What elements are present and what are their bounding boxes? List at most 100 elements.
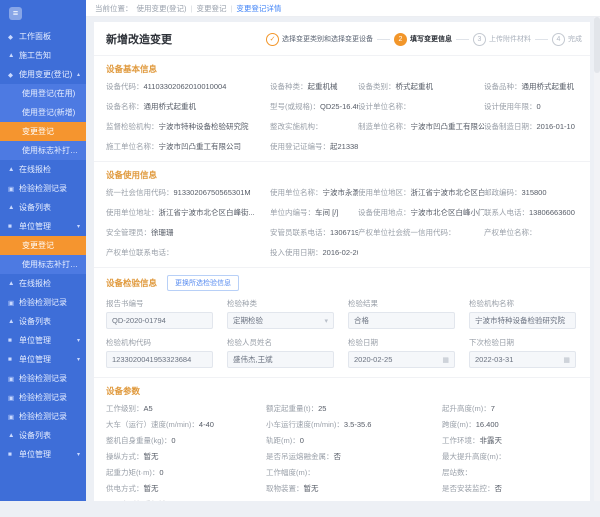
- sidebar-item[interactable]: ■ 单位管理 ▾: [0, 350, 86, 369]
- sidebar-item-icon: ◆: [8, 71, 19, 79]
- sidebar-item-label: 设备列表: [19, 430, 51, 441]
- sidebar-item-label: 检验检测记录: [19, 373, 67, 384]
- field-label: 最大提升高度(m)：: [442, 452, 506, 461]
- page-title: 新增改造变更: [106, 31, 172, 47]
- sidebar-item-icon: ■: [8, 337, 19, 344]
- breadcrumb-item-register[interactable]: 变更登记: [196, 3, 226, 14]
- sidebar-item-icon: ▲: [8, 318, 19, 325]
- field-label: 使用单位地区：: [358, 188, 411, 197]
- sidebar-item[interactable]: ▲ 在线报检: [0, 160, 86, 179]
- field-label: 安管员联系电话：: [270, 228, 330, 237]
- info-field: 投入使用日期：2016-02-20: [270, 248, 358, 258]
- text-input[interactable]: 盛伟杰,王斌: [227, 351, 334, 368]
- sidebar-item[interactable]: ■ 单位管理 ▾: [0, 445, 86, 464]
- sidebar-item-label: 单位管理: [19, 221, 51, 232]
- sidebar-item[interactable]: ▲ 设备列表: [0, 312, 86, 331]
- field-value: 起21338B0114(15): [330, 142, 358, 151]
- param-field: 是否吊运熔融金属：否: [266, 452, 436, 461]
- scrollbar-thumb[interactable]: [594, 17, 600, 73]
- param-field: 额定起重量(t)：25: [266, 404, 436, 413]
- sidebar-item[interactable]: ▲ 设备列表: [0, 426, 86, 445]
- field-label: 轨距(m)：: [266, 436, 300, 445]
- sidebar-item[interactable]: 变更登记: [0, 122, 86, 141]
- sidebar-item[interactable]: ▲ 在线报检: [0, 274, 86, 293]
- sidebar-item[interactable]: ▣ 检验检测记录: [0, 388, 86, 407]
- sidebar-item[interactable]: ▣ 检验检测记录: [0, 407, 86, 426]
- sidebar-item[interactable]: ■ 单位管理 ▾: [0, 331, 86, 350]
- field-value: 车间 [/]: [315, 208, 338, 217]
- field-label: 邮政编码：: [484, 188, 522, 197]
- breadcrumb: 当前位置： 使用变更(登记) | 变更登记 | 变更登记详情: [86, 0, 600, 17]
- field-value: 否: [495, 484, 503, 493]
- sidebar-item-label: 设备列表: [19, 202, 51, 213]
- chevron-icon: ▾: [77, 223, 86, 230]
- step: 2 填写变更信息: [394, 33, 473, 46]
- field-label: 工作级别：: [106, 404, 144, 413]
- params-column-2: 额定起重量(t)：25 小车运行速度(m/min)：3.5-35.6 轨距(m)…: [266, 404, 436, 501]
- info-field: 设计使用年限：0: [484, 102, 582, 112]
- field-value: 浙江省宁波市北仑区白峰街...: [159, 208, 255, 217]
- sidebar-item-label: 使用登记(新增): [22, 107, 75, 118]
- field-label: 使用登记证编号：: [270, 142, 330, 151]
- field-value: 3.5-35.6: [344, 420, 372, 429]
- sidebar-item[interactable]: 使用标志补打注销: [0, 141, 86, 160]
- field-label: 监督检验机构：: [106, 122, 159, 131]
- menu-toggle-icon[interactable]: ≡: [9, 7, 22, 20]
- field-label: 设计使用年限：: [484, 102, 537, 111]
- change-inspection-button[interactable]: 更换所选检验信息: [167, 275, 239, 291]
- sidebar-item[interactable]: 变更登记: [0, 236, 86, 255]
- breadcrumb-item-current[interactable]: 变更登记详情: [236, 3, 281, 14]
- sidebar-item[interactable]: ▣ 检验检测记录: [0, 179, 86, 198]
- field-value: 非露天: [480, 436, 503, 445]
- text-input[interactable]: 1233020041953323684: [106, 351, 213, 368]
- input-label: 检验结果: [348, 298, 455, 309]
- sidebar-item[interactable]: 使用标志补打注销: [0, 255, 86, 274]
- sidebar-item[interactable]: ■ 单位管理 ▾: [0, 217, 86, 236]
- info-field: 统一社会信用代码：91330206750565301M: [106, 188, 270, 198]
- text-input[interactable]: 2020-02-25 ▦: [348, 351, 455, 368]
- sidebar-item[interactable]: ◆ 使用变更(登记) ▴: [0, 65, 86, 84]
- field-label: 使用单位名称：: [270, 188, 323, 197]
- info-field: 联系人电话：13806663600: [484, 208, 582, 218]
- text-input[interactable]: 宁波市特种设备检验研究院: [469, 312, 576, 329]
- step-circle: 4: [552, 33, 565, 46]
- input-label: 检验机构名称: [469, 298, 576, 309]
- sidebar-item[interactable]: ▣ 检验检测记录: [0, 293, 86, 312]
- section-title: 设备参数: [106, 385, 140, 397]
- param-field: 层站数：: [442, 468, 582, 477]
- input-value: 宁波市特种设备检验研究院: [475, 315, 565, 326]
- sidebar-item[interactable]: 使用登记(在用): [0, 84, 86, 103]
- field-label: 额定起重量(t)：: [266, 404, 318, 413]
- text-input[interactable]: QD-2020-01794: [106, 312, 213, 329]
- sidebar-item[interactable]: 使用登记(新增): [0, 103, 86, 122]
- field-label: 安全管理员：: [106, 228, 151, 237]
- info-field: 安管员联系电话：13067193818: [270, 228, 358, 238]
- text-input[interactable]: 2022-03-31 ▦: [469, 351, 576, 368]
- sidebar-item-icon: ▣: [8, 413, 19, 421]
- form-field: 检验机构名称 宁波市特种设备检验研究院: [469, 298, 576, 329]
- breadcrumb-item-module[interactable]: 使用变更(登记): [137, 3, 187, 14]
- step-label: 选择变更类别和选择变更设备: [282, 34, 373, 44]
- sidebar-item-label: 在线报检: [19, 164, 51, 175]
- breadcrumb-separator: |: [230, 4, 232, 13]
- input-label: 检验人员姓名: [227, 337, 334, 348]
- field-label: 小车运行速度(m/min)：: [266, 420, 344, 429]
- info-field: 设备种类：起重机械: [270, 82, 358, 92]
- step-label: 上传附件材料: [489, 34, 531, 44]
- section-parameters: 设备参数 工作级别：A5 大车（运行）速度(m/min)：4-40 整机自身重量…: [94, 377, 590, 501]
- sidebar-item[interactable]: ▲ 设备列表: [0, 198, 86, 217]
- sidebar-item[interactable]: ◆ 工作面板: [0, 27, 86, 46]
- scrollbar-track[interactable]: [594, 17, 600, 501]
- info-field: 设计单位名称：: [358, 102, 484, 112]
- param-field: 大车（运行）速度(m/min)：4-40: [106, 420, 260, 429]
- field-value: 通用桥式起重机: [522, 82, 575, 91]
- sidebar-item[interactable]: ▣ 检验检测记录: [0, 369, 86, 388]
- text-input[interactable]: 合格: [348, 312, 455, 329]
- field-label: 跨度(m)：: [442, 420, 476, 429]
- sidebar-item[interactable]: ▲ 施工告知: [0, 46, 86, 65]
- sidebar-item-label: 使用标志补打注销: [22, 145, 80, 156]
- sidebar-item-label: 单位管理: [19, 449, 51, 460]
- text-input[interactable]: 定期检验 ▾: [227, 312, 334, 329]
- field-value: 16.400: [476, 420, 499, 429]
- params-column-1: 工作级别：A5 大车（运行）速度(m/min)：4-40 整机自身重量(kg)：…: [106, 404, 260, 501]
